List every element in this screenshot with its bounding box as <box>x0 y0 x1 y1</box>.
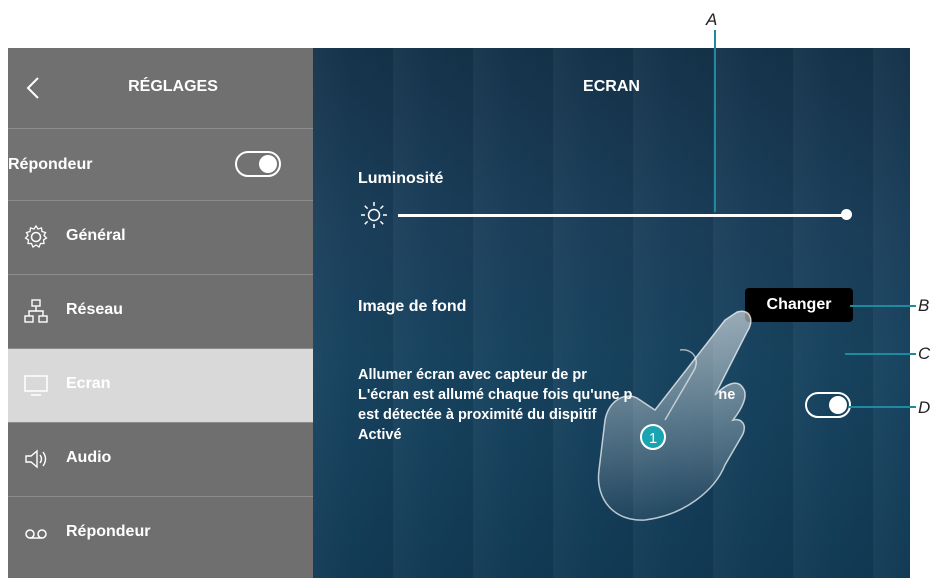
sidebar-item-label: Ecran <box>66 375 111 392</box>
sidebar-item-audio[interactable]: Audio <box>8 422 313 496</box>
callout-d-line <box>848 406 916 408</box>
gear-icon <box>24 224 48 248</box>
callout-a-label: A <box>706 10 718 29</box>
sidebar-title: RÉGLAGES <box>128 78 218 95</box>
voicemail-icon <box>25 529 47 539</box>
sidebar-header: RÉGLAGES <box>8 48 313 128</box>
back-arrow-icon[interactable] <box>20 74 48 102</box>
sidebar-item-ecran[interactable]: Ecran <box>8 348 313 422</box>
sidebar-item-repondeur-toggle[interactable]: Répondeur <box>8 128 313 200</box>
sidebar-item-label: Réseau <box>66 301 123 318</box>
sidebar-item-general[interactable]: Général <box>8 200 313 274</box>
callout-c-line <box>845 353 916 355</box>
sun-icon <box>361 202 387 228</box>
proximity-sensor-toggle[interactable] <box>805 392 851 418</box>
hand-pointer-icon <box>597 310 752 521</box>
step-badge: 1 <box>640 424 666 450</box>
brightness-slider-thumb[interactable] <box>841 209 852 220</box>
repondeur-toggle[interactable] <box>235 151 281 177</box>
sidebar-item-reseau[interactable]: Réseau <box>8 274 313 348</box>
callout-c-label: C <box>918 344 931 363</box>
sidebar-item-label: Général <box>66 227 126 244</box>
page-title: ECRAN <box>583 78 640 95</box>
callout-a-line <box>714 30 716 212</box>
callout-b-line <box>850 305 916 307</box>
sidebar-item-label: Répondeur <box>66 523 151 540</box>
background-image-label: Image de fond <box>358 298 467 315</box>
speaker-icon <box>25 449 47 469</box>
callout-b-label: B <box>918 296 930 315</box>
brightness-slider-track[interactable] <box>398 214 848 217</box>
sidebar-item-repondeur[interactable]: Répondeur <box>8 496 313 570</box>
monitor-icon <box>24 375 48 396</box>
callout-d-label: D <box>918 398 931 417</box>
sidebar-toggle-label: Répondeur <box>8 156 93 173</box>
brightness-label: Luminosité <box>358 170 444 187</box>
sidebar-item-label: Audio <box>66 449 112 466</box>
network-icon <box>24 299 48 323</box>
settings-sidebar: RÉGLAGES Répondeur Général Réseau Ecran … <box>8 48 313 578</box>
